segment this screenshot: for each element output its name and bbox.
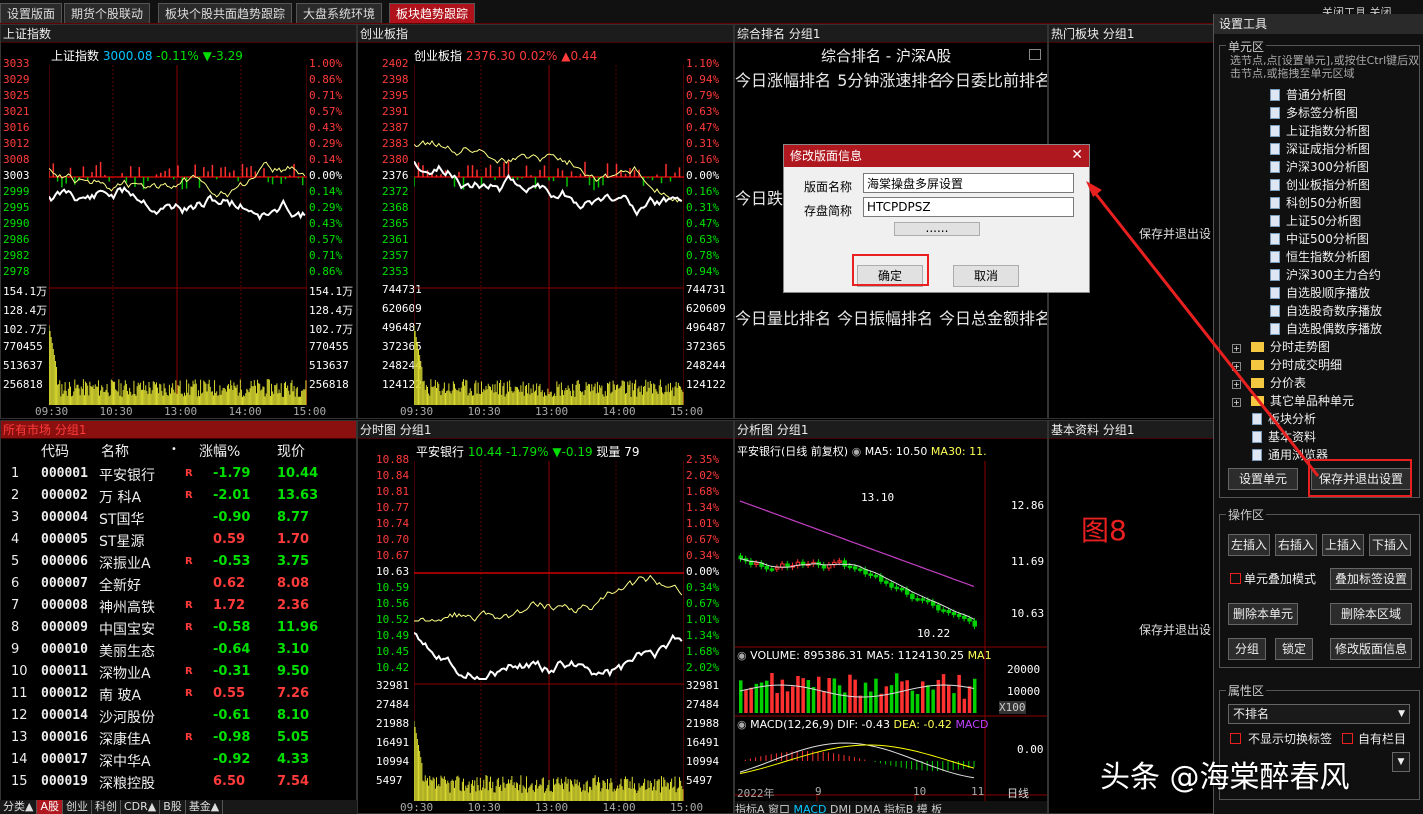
annotation-arrow [1086, 181, 1320, 477]
watermark: 头条 @海棠醉春风 [1100, 760, 1350, 795]
